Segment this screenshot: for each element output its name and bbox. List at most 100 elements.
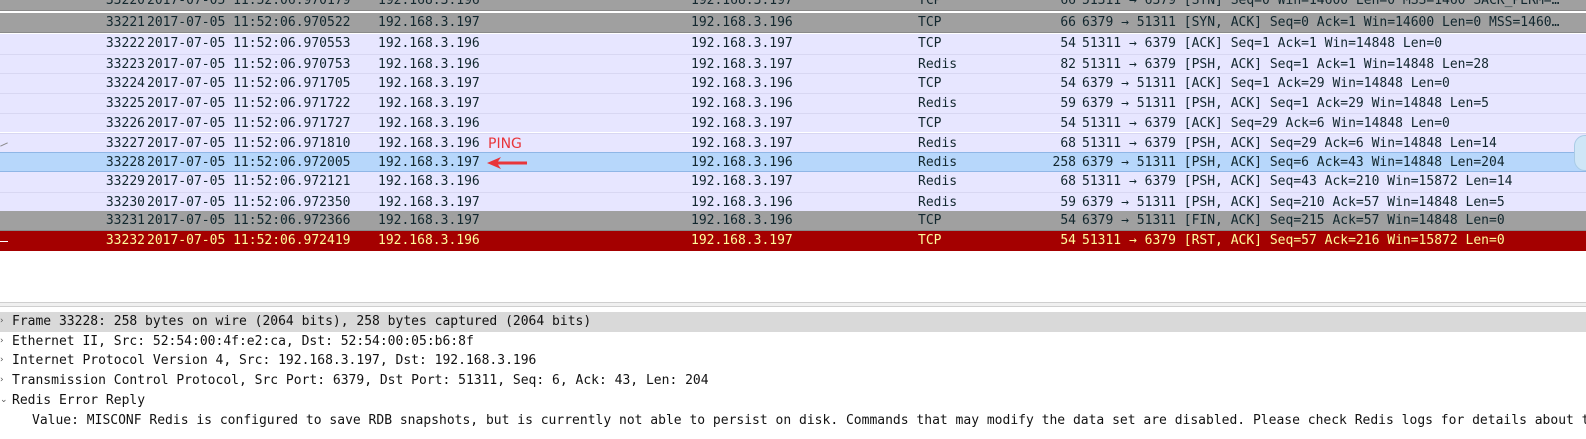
- packet-number: 33226: [105, 115, 145, 131]
- packet-number: 33231: [105, 213, 145, 229]
- detail-ethernet[interactable]: › Ethernet II, Src: 52:54:00:4f:e2:ca, D…: [0, 332, 1586, 352]
- packet-row[interactable]: 33225 2017-07-05 11:52:06.971722 192.168…: [0, 93, 1586, 113]
- packet-number: 33222: [105, 36, 145, 51]
- packet-length: 54: [1060, 115, 1076, 131]
- packet-row[interactable]: 33221 2017-07-05 11:52:06.970522 192.168…: [0, 13, 1586, 33]
- packet-destination: 192.168.3.197: [691, 36, 793, 51]
- packet-time: 2017-07-05 11:52:06.970179: [147, 0, 351, 8]
- packet-source: 192.168.3.197: [378, 194, 480, 210]
- packet-time: 2017-07-05 11:52:06.970522: [147, 15, 351, 30]
- packet-row-selected[interactable]: 33228 2017-07-05 11:52:06.972005 192.168…: [0, 152, 1586, 172]
- packet-protocol: TCP: [918, 36, 942, 51]
- packet-length: 68: [1060, 173, 1076, 189]
- packet-row[interactable]: 33229 2017-07-05 11:52:06.972121 192.168…: [0, 171, 1586, 192]
- packet-list[interactable]: 33220 2017-07-05 11:52:06.970179 192.168…: [0, 0, 1586, 252]
- detail-label: Ethernet II, Src: 52:54:00:4f:e2:ca, Dst…: [12, 333, 474, 349]
- packet-length: 54: [1060, 213, 1076, 229]
- packet-number: 33232: [105, 233, 145, 248]
- packet-info: 6379 → 51311 [SYN, ACK] Seq=0 Ack=1 Win=…: [1082, 15, 1560, 30]
- packet-time: 2017-07-05 11:52:06.972419: [147, 233, 351, 248]
- related-packet-marker: [0, 241, 8, 242]
- packet-number: 33228: [105, 155, 145, 171]
- packet-time: 2017-07-05 11:52:06.970753: [147, 56, 351, 72]
- packet-row-error[interactable]: 33232 2017-07-05 11:52:06.972419 192.168…: [0, 231, 1586, 251]
- chevron-down-icon[interactable]: ⌄: [0, 391, 10, 411]
- packet-number: 33225: [105, 96, 145, 112]
- packet-length: 82: [1060, 56, 1076, 72]
- detail-tcp[interactable]: › Transmission Control Protocol, Src Por…: [0, 371, 1586, 391]
- chevron-right-icon[interactable]: ›: [0, 351, 10, 371]
- packet-destination: 192.168.3.196: [691, 96, 793, 112]
- packet-source: 192.168.3.196: [378, 36, 480, 51]
- packet-length: 54: [1060, 76, 1076, 92]
- chevron-right-icon[interactable]: ›: [0, 371, 10, 391]
- packet-protocol: Redis: [918, 135, 958, 151]
- packet-info: 51311 → 6379 [SYN] Seq=0 Win=14600 Len=0…: [1082, 0, 1560, 8]
- packet-length: 258: [1052, 155, 1076, 171]
- packet-time: 2017-07-05 11:52:06.971810: [147, 135, 351, 151]
- packet-protocol: Redis: [918, 155, 958, 171]
- packet-source: 192.168.3.197: [378, 76, 480, 92]
- packet-info: 6379 → 51311 [PSH, ACK] Seq=210 Ack=57 W…: [1082, 194, 1505, 210]
- packet-number: 33229: [105, 173, 145, 189]
- packet-info: 51311 → 6379 [ACK] Seq=1 Ack=1 Win=14848…: [1082, 36, 1443, 51]
- packet-protocol: TCP: [918, 15, 942, 30]
- packet-row[interactable]: 33230 2017-07-05 11:52:06.972350 192.168…: [0, 191, 1586, 212]
- packet-time: 2017-07-05 11:52:06.972121: [147, 173, 351, 189]
- packet-time: 2017-07-05 11:52:06.971705: [147, 76, 351, 92]
- packet-length: 59: [1060, 96, 1076, 112]
- packet-protocol: Redis: [918, 56, 958, 72]
- packet-number: 33221: [105, 15, 145, 30]
- packet-row[interactable]: 33224 2017-07-05 11:52:06.971705 192.168…: [0, 73, 1586, 94]
- packet-source: 192.168.3.197: [378, 15, 480, 30]
- packet-destination: 192.168.3.197: [691, 56, 793, 72]
- packet-info: 51311 → 6379 [PSH, ACK] Seq=43 Ack=210 W…: [1082, 173, 1513, 189]
- packet-length: 54: [1060, 36, 1076, 51]
- detail-redis[interactable]: ⌄ Redis Error Reply: [0, 391, 1586, 411]
- detail-label: Value: MISCONF Redis is configured to sa…: [32, 412, 1586, 428]
- packet-protocol: TCP: [918, 233, 942, 248]
- detail-ipv4[interactable]: › Internet Protocol Version 4, Src: 192.…: [0, 351, 1586, 371]
- detail-label: Redis Error Reply: [12, 392, 146, 408]
- detail-label: Internet Protocol Version 4, Src: 192.16…: [12, 353, 537, 369]
- packet-destination: 192.168.3.197: [691, 135, 793, 151]
- detail-redis-value[interactable]: Value: MISCONF Redis is configured to sa…: [0, 411, 1586, 431]
- packet-destination: 192.168.3.197: [691, 0, 793, 8]
- packet-source: 192.168.3.196: [378, 0, 480, 8]
- packet-protocol: TCP: [918, 115, 942, 131]
- packet-destination: 192.168.3.196: [691, 15, 793, 30]
- packet-source: 192.168.3.197: [378, 213, 480, 229]
- packet-length: 66: [1060, 15, 1076, 30]
- pane-splitter[interactable]: [0, 302, 1586, 307]
- chevron-right-icon[interactable]: ›: [0, 312, 10, 332]
- packet-time: 2017-07-05 11:52:06.971727: [147, 115, 351, 131]
- packet-source: 192.168.3.196: [378, 56, 480, 72]
- packet-row[interactable]: 33227 2017-07-05 11:52:06.971810 192.168…: [0, 132, 1586, 153]
- packet-number: 33230: [105, 194, 145, 210]
- packet-protocol: TCP: [918, 213, 942, 229]
- packet-row[interactable]: 33223 2017-07-05 11:52:06.970753 192.168…: [0, 53, 1586, 74]
- packet-info: 6379 → 51311 [PSH, ACK] Seq=1 Ack=29 Win…: [1082, 96, 1489, 112]
- packet-destination: 192.168.3.196: [691, 155, 793, 171]
- packet-length: 54: [1060, 233, 1076, 248]
- packet-length: 66: [1060, 0, 1076, 8]
- left-arrow-icon: [487, 157, 527, 169]
- packet-number: 33223: [105, 56, 145, 72]
- packet-destination: 192.168.3.196: [691, 213, 793, 229]
- packet-info: 6379 → 51311 [PSH, ACK] Seq=6 Ack=43 Win…: [1082, 155, 1505, 171]
- packet-length: 59: [1060, 194, 1076, 210]
- packet-row[interactable]: 33231 2017-07-05 11:52:06.972366 192.168…: [0, 211, 1586, 231]
- packet-row[interactable]: 33220 2017-07-05 11:52:06.970179 192.168…: [0, 0, 1586, 11]
- packet-info: 6379 → 51311 [FIN, ACK] Seq=215 Ack=57 W…: [1082, 213, 1505, 229]
- packet-destination: 192.168.3.197: [691, 173, 793, 189]
- chevron-right-icon[interactable]: ›: [0, 332, 10, 352]
- packet-details-pane[interactable]: › Frame 33228: 258 bytes on wire (2064 b…: [0, 310, 1586, 439]
- packet-destination: 192.168.3.196: [691, 194, 793, 210]
- detail-frame[interactable]: › Frame 33228: 258 bytes on wire (2064 b…: [0, 312, 1586, 332]
- packet-row[interactable]: 33226 2017-07-05 11:52:06.971727 192.168…: [0, 112, 1586, 133]
- packet-row[interactable]: 33222 2017-07-05 11:52:06.970553 192.168…: [0, 34, 1586, 54]
- packet-info: 51311 → 6379 [PSH, ACK] Seq=29 Ack=6 Win…: [1082, 135, 1497, 151]
- packet-destination: 192.168.3.197: [691, 233, 793, 248]
- scroll-indicator[interactable]: [1574, 135, 1586, 171]
- ping-annotation-label: PING: [488, 136, 522, 152]
